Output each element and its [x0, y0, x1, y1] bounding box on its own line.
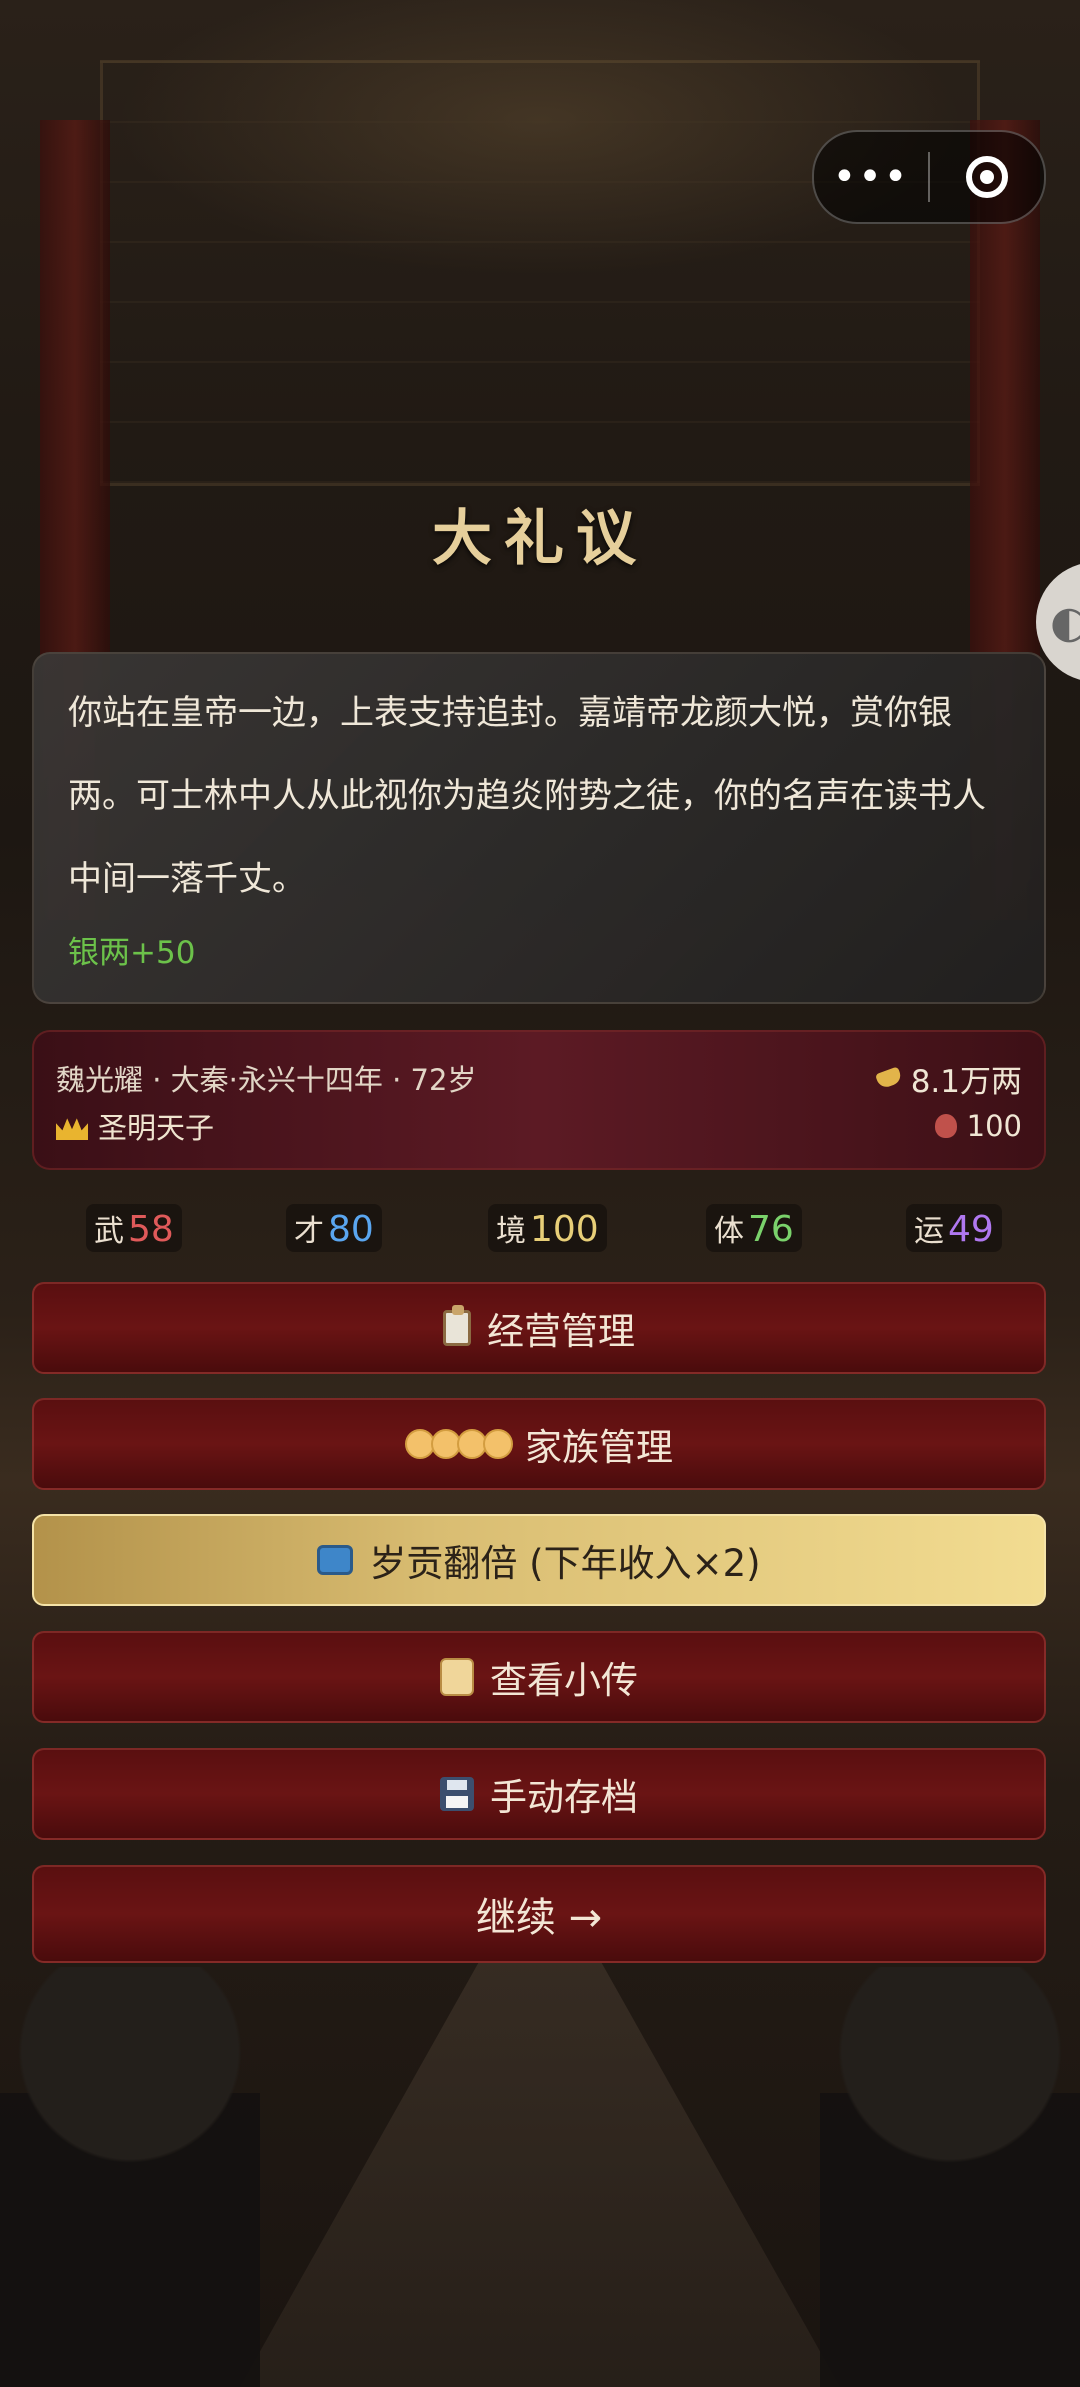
profile-meta: 魏光耀 · 大秦·永兴十四年 · 72岁: [56, 1063, 477, 1097]
ruler-title-text: 圣明天子: [98, 1111, 215, 1145]
stat-label: 武: [94, 1214, 124, 1249]
gold-display: 8.1万两: [874, 1056, 1022, 1101]
stat-value: 58: [128, 1209, 174, 1250]
stat-luck: 运 49: [906, 1204, 1002, 1252]
save-label: 手动存档: [490, 1776, 638, 1819]
story-text: 你站在皇帝一边，上表支持追封。嘉靖帝龙颜大悦，赏你银两。可士林中人从此视你为趋炎…: [68, 693, 986, 899]
reward-text: 银两+50: [68, 935, 196, 971]
stats-row: 武 58 才 80 境 100 体 76 运 49: [0, 1204, 1080, 1264]
crown-icon: [56, 1112, 88, 1140]
stat-realm: 境 100: [488, 1204, 607, 1252]
stat-label: 才: [294, 1214, 324, 1249]
money-bag-value: 100: [966, 1109, 1022, 1143]
family-label: 家族管理: [525, 1426, 673, 1469]
close-button[interactable]: [930, 132, 1044, 222]
stat-label: 境: [496, 1214, 526, 1249]
clipboard-icon: [443, 1305, 471, 1346]
story-panel: 你站在皇帝一边，上表支持追封。嘉靖帝龙颜大悦，赏你银两。可士林中人从此视你为趋炎…: [32, 652, 1046, 1004]
stat-value: 80: [328, 1209, 374, 1250]
left-officials: [0, 1967, 260, 2387]
family-button[interactable]: 家族管理: [32, 1398, 1046, 1490]
floppy-disk-icon: [440, 1777, 474, 1811]
save-button[interactable]: 手动存档: [32, 1748, 1046, 1840]
tv-icon: [317, 1545, 354, 1575]
stat-physique: 体 76: [706, 1204, 802, 1252]
stat-talent: 才 80: [286, 1204, 382, 1252]
stat-label: 运: [914, 1214, 944, 1249]
miniprogram-capsule: •••: [812, 130, 1046, 224]
continue-button[interactable]: 继续 →: [32, 1865, 1046, 1963]
stat-value: 49: [948, 1209, 994, 1250]
stat-martial: 武 58: [86, 1204, 182, 1252]
gold-ingot-icon: [874, 1066, 903, 1090]
ruler-title: 圣明天子: [56, 1105, 214, 1147]
more-dots-icon[interactable]: •••: [814, 132, 928, 222]
money-bag-icon: [934, 1114, 957, 1138]
family-icon: [405, 1429, 513, 1459]
tribute-double-button[interactable]: 岁贡翻倍 (下年收入×2): [32, 1514, 1046, 1606]
biography-button[interactable]: 查看小传: [32, 1631, 1046, 1723]
target-close-icon: [966, 156, 1008, 198]
palace-ceiling: [100, 60, 980, 486]
money-bag-display: 100: [934, 1109, 1022, 1143]
continue-label: 继续 →: [475, 1895, 603, 1941]
manage-button[interactable]: 经营管理: [32, 1282, 1046, 1374]
biography-label: 查看小传: [490, 1659, 638, 1702]
scroll-icon: [440, 1658, 474, 1696]
stat-value: 100: [530, 1209, 599, 1250]
stat-label: 体: [714, 1214, 744, 1249]
profile-panel: 魏光耀 · 大秦·永兴十四年 · 72岁 8.1万两 圣明天子 100: [32, 1030, 1046, 1170]
event-title: 大礼议: [432, 504, 648, 574]
tribute-label: 岁贡翻倍 (下年收入×2): [369, 1542, 761, 1585]
gold-value: 8.1万两: [910, 1063, 1022, 1100]
manage-label: 经营管理: [487, 1310, 635, 1353]
float-icon: ◐: [1050, 596, 1080, 648]
stat-value: 76: [748, 1209, 794, 1250]
right-officials: [820, 1967, 1080, 2387]
